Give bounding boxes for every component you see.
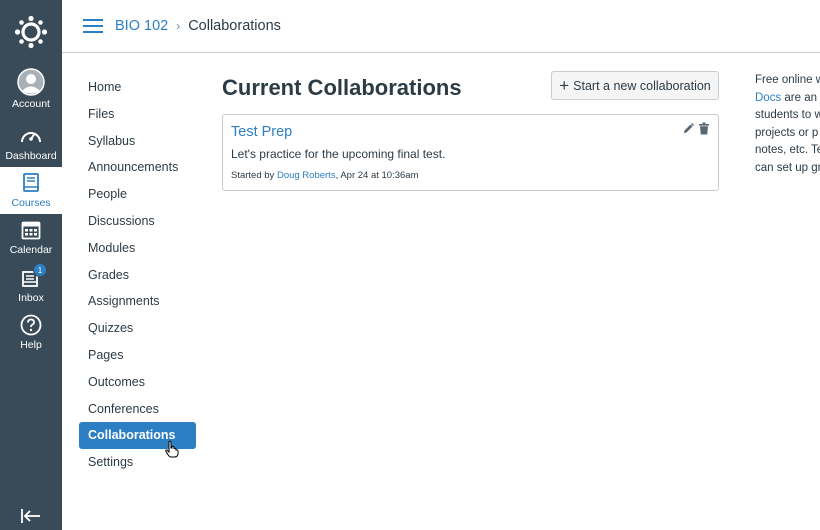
global-nav-courses[interactable]: Courses <box>0 167 62 214</box>
help-text-line: Free online w <box>755 74 820 86</box>
global-nav-label: Dashboard <box>5 150 57 162</box>
collaboration-description: Let's practice for the upcoming final te… <box>231 147 446 161</box>
collaboration-title-link[interactable]: Test Prep <box>231 124 292 140</box>
breadcrumb-course-link[interactable]: BIO 102 <box>115 18 168 34</box>
course-nav-quizzes[interactable]: Quizzes <box>79 315 196 342</box>
collaboration-actions <box>682 122 710 135</box>
global-nav-inbox[interactable]: 1 Inbox <box>0 262 62 309</box>
global-nav-account[interactable]: Account <box>0 66 62 113</box>
collaboration-card: Test Prep Let's practice for the upcomin… <box>222 114 719 191</box>
course-nav-assignments[interactable]: Assignments <box>79 288 196 315</box>
hand-cursor-icon <box>164 440 180 458</box>
help-icon <box>19 313 43 337</box>
course-nav-syllabus[interactable]: Syllabus <box>79 128 196 155</box>
help-text-line: Docs are an c <box>755 90 820 108</box>
collapse-nav-icon[interactable] <box>20 508 42 524</box>
global-nav-help[interactable]: Help <box>0 309 62 356</box>
course-nav-home[interactable]: Home <box>79 74 196 101</box>
page-header: BIO 102 › Collaborations <box>62 0 820 53</box>
course-nav-conferences[interactable]: Conferences <box>79 396 196 423</box>
started-by-label: Started by <box>231 170 277 181</box>
help-text-line: projects or p <box>755 126 819 139</box>
inbox-unread-badge: 1 <box>33 263 47 277</box>
course-nav-modules[interactable]: Modules <box>79 235 196 262</box>
collaboration-meta: Started by Doug Roberts, Apr 24 at 10:36… <box>231 170 419 181</box>
global-nav: Account Dashboard Courses Calendar 1 Inb… <box>0 0 62 530</box>
course-nav-outcomes[interactable]: Outcomes <box>79 369 196 396</box>
start-new-collaboration-button[interactable]: + Start a new collaboration <box>551 71 719 100</box>
collaborations-help-text: Free online w Docs are an c students to … <box>755 72 820 178</box>
dashboard-icon <box>19 124 43 148</box>
pencil-icon[interactable] <box>682 122 694 135</box>
avatar-icon <box>17 68 45 96</box>
breadcrumb-separator-icon: › <box>176 19 181 33</box>
global-nav-label: Calendar <box>9 244 53 256</box>
global-nav-label: Inbox <box>18 292 44 304</box>
book-icon <box>19 171 43 195</box>
help-text-line: notes, etc. Te <box>755 144 820 157</box>
course-nav: Home Files Syllabus Announcements People… <box>79 74 196 476</box>
course-menu-toggle-icon[interactable] <box>83 19 103 33</box>
help-text-line: can set up gr <box>755 161 820 174</box>
course-nav-announcements[interactable]: Announcements <box>79 154 196 181</box>
help-text-fragment: are an c <box>784 91 820 104</box>
global-nav-label: Courses <box>11 197 51 209</box>
google-docs-link[interactable]: Docs <box>755 92 781 104</box>
global-nav-label: Account <box>12 98 50 110</box>
canvas-logo-icon[interactable] <box>0 0 62 64</box>
course-nav-people[interactable]: People <box>79 181 196 208</box>
plus-icon: + <box>559 76 570 95</box>
global-nav-label: Help <box>20 339 42 351</box>
course-nav-discussions[interactable]: Discussions <box>79 208 196 235</box>
course-nav-grades[interactable]: Grades <box>79 262 196 289</box>
collaboration-date: , Apr 24 at 10:36am <box>335 170 419 181</box>
help-text-line: students to w <box>755 109 820 122</box>
course-nav-pages[interactable]: Pages <box>79 342 196 369</box>
trash-icon[interactable] <box>698 122 710 135</box>
breadcrumb: BIO 102 › Collaborations <box>115 18 281 34</box>
start-new-collaboration-label: Start a new collaboration <box>573 78 711 93</box>
page-title: Current Collaborations <box>222 75 462 100</box>
course-nav-files[interactable]: Files <box>79 101 196 128</box>
collaboration-author-link[interactable]: Doug Roberts <box>277 170 336 181</box>
calendar-icon <box>19 218 43 242</box>
global-nav-calendar[interactable]: Calendar <box>0 214 62 261</box>
breadcrumb-current: Collaborations <box>188 18 281 34</box>
global-nav-dashboard[interactable]: Dashboard <box>0 120 62 167</box>
